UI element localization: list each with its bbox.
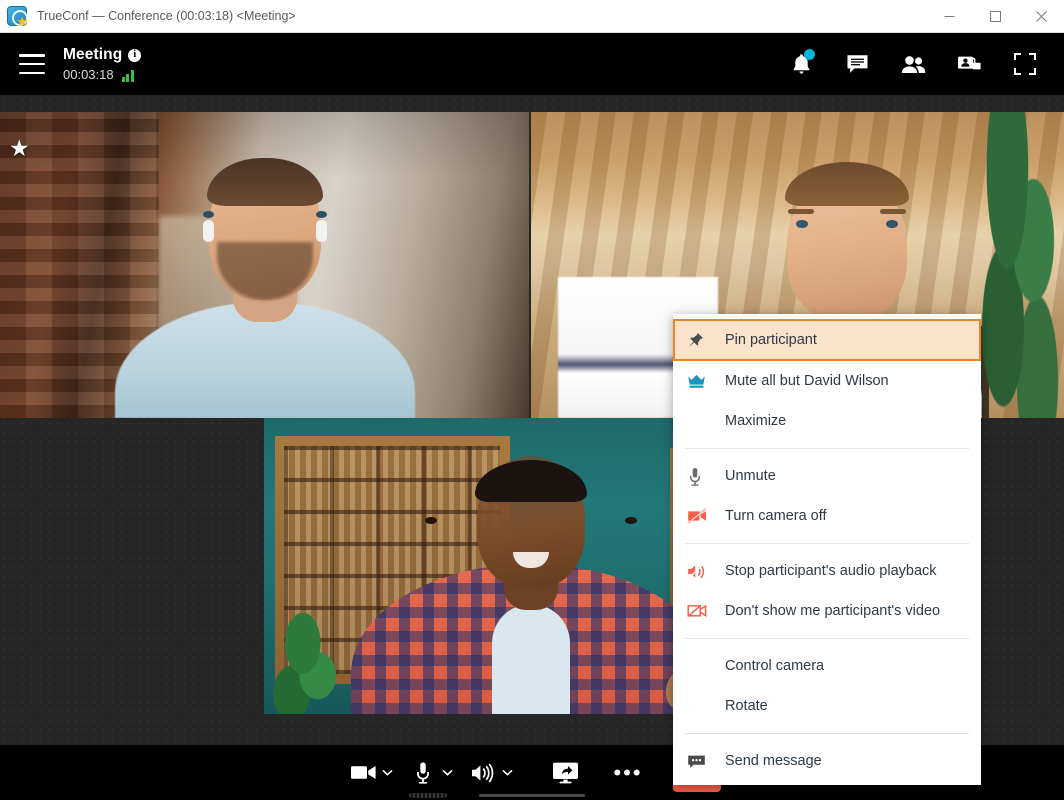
hamburger-menu-icon[interactable]	[19, 54, 45, 74]
screen-share-button[interactable]	[545, 753, 585, 793]
menu-separator	[685, 638, 969, 639]
menu-item-label: Pin participant	[725, 331, 817, 348]
more-options-button[interactable]	[607, 753, 647, 793]
microphone-icon	[687, 467, 713, 486]
home-indicator	[479, 794, 585, 797]
conference-time-row: 00:03:18	[63, 67, 141, 82]
trueconf-app-window: ★ TrueConf — Conference (00:03:18) <Meet…	[0, 0, 1064, 800]
title-bar: ★ TrueConf — Conference (00:03:18) <Meet…	[0, 0, 1064, 33]
conference-title-row: Meeting i	[63, 46, 142, 64]
microphone-button[interactable]	[403, 753, 443, 793]
maximize-button[interactable]	[972, 0, 1018, 33]
microphone-options-chevron-down-icon[interactable]	[439, 753, 455, 793]
notifications-button[interactable]	[786, 49, 816, 79]
conference-timer: 00:03:18	[63, 67, 114, 82]
video-off-icon	[687, 603, 713, 619]
menu-item-mute-all-but[interactable]: Mute all but David Wilson	[673, 361, 981, 401]
camera-control-group	[343, 753, 403, 793]
menu-item-send-message[interactable]: Send message	[673, 741, 981, 781]
notification-badge	[804, 49, 815, 60]
camera-button[interactable]	[343, 753, 383, 793]
window-controls	[926, 0, 1064, 33]
menu-item-rotate[interactable]: Rotate	[673, 686, 981, 726]
star-icon: ★	[9, 135, 30, 161]
header-actions	[786, 49, 1040, 79]
menu-item-stop-audio-playback[interactable]: Stop participant's audio playback	[673, 551, 981, 591]
menu-item-unmute[interactable]: Unmute	[673, 456, 981, 496]
menu-item-label: Turn camera off	[725, 507, 827, 524]
logo-star-icon: ★	[16, 14, 28, 29]
pin-icon	[687, 332, 713, 349]
speaker-mute-icon	[687, 563, 713, 580]
layout-button[interactable]	[954, 49, 984, 79]
context-menu-group-1: Pin participant Mute all but David Wilso…	[673, 315, 981, 445]
context-menu-group-5: Send message	[673, 737, 981, 785]
crown-icon	[687, 373, 713, 389]
menu-item-label: Don't show me participant's video	[725, 602, 941, 619]
menu-item-label: Stop participant's audio playback	[725, 562, 937, 579]
window-title: TrueConf — Conference (00:03:18) <Meetin…	[37, 9, 296, 23]
close-button[interactable]	[1018, 0, 1064, 33]
menu-item-label: Maximize	[725, 412, 787, 429]
menu-item-label: Rotate	[725, 697, 768, 714]
context-menu-group-3: Stop participant's audio playback Don't …	[673, 547, 981, 635]
chat-button[interactable]	[842, 49, 872, 79]
participant-context-menu[interactable]: Pin participant Mute all but David Wilso…	[673, 314, 981, 785]
signal-strength-icon	[121, 70, 134, 82]
menu-item-label: Control camera	[725, 657, 825, 674]
fullscreen-button[interactable]	[1010, 49, 1040, 79]
menu-separator	[685, 733, 969, 734]
video-grid: ★ Pin participant Mute all but David Wil…	[0, 95, 1064, 785]
context-menu-group-4: Control camera Rotate	[673, 642, 981, 730]
menu-item-maximize[interactable]: Maximize	[673, 401, 981, 441]
message-icon	[687, 754, 713, 769]
mic-level-meter	[409, 792, 447, 798]
camera-off-icon	[687, 508, 713, 524]
trueconf-logo-icon: ★	[7, 6, 28, 29]
menu-item-label: Send message	[725, 752, 822, 769]
minimize-button[interactable]	[926, 0, 972, 33]
menu-separator	[685, 543, 969, 544]
menu-item-label: Unmute	[725, 467, 776, 484]
menu-item-control-camera[interactable]: Control camera	[673, 646, 981, 686]
speaker-control-group	[463, 753, 523, 793]
menu-item-pin-participant[interactable]: Pin participant	[673, 319, 981, 361]
video-tile-1[interactable]: ★	[0, 112, 529, 418]
participants-button[interactable]	[898, 49, 928, 79]
tile-1-participant	[114, 158, 415, 418]
menu-separator	[685, 448, 969, 449]
conference-info-block: Meeting i 00:03:18	[63, 46, 142, 82]
context-menu-group-2: Unmute Turn camera off	[673, 452, 981, 540]
menu-item-label: Mute all but David Wilson	[725, 372, 889, 389]
microphone-control-group	[403, 753, 463, 798]
conference-name: Meeting	[63, 46, 123, 63]
tile-3-participant	[351, 424, 722, 714]
speaker-options-chevron-down-icon[interactable]	[499, 753, 515, 793]
menu-item-dont-show-video[interactable]: Don't show me participant's video	[673, 591, 981, 631]
conference-header: Meeting i 00:03:18	[0, 33, 1064, 95]
camera-options-chevron-down-icon[interactable]	[379, 753, 395, 793]
speaker-button[interactable]	[463, 753, 503, 793]
menu-item-turn-camera-off[interactable]: Turn camera off	[673, 496, 981, 536]
info-icon[interactable]: i	[128, 48, 142, 62]
